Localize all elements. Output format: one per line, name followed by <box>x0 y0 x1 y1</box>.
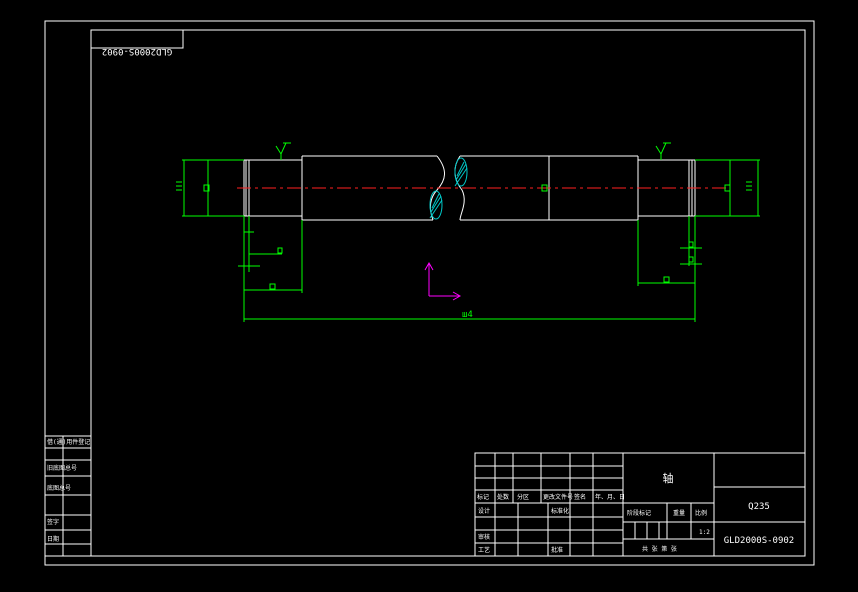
tb-sheet-note: 共 张 第 张 <box>642 545 677 553</box>
drawing-frame <box>90 29 806 557</box>
tb-scale-label: 比例 <box>695 509 707 517</box>
side-label-date: 日期 <box>47 535 59 543</box>
tb-drawing-number: GLD2000S-0902 <box>724 536 794 546</box>
tb-weight-label: 重量 <box>673 509 685 517</box>
tb-header-count: 处数 <box>497 493 509 501</box>
cad-drawing-canvas: GLD2000S-0902 借(通)用件登记 旧底图总号 底图总号 签字 日期 <box>44 20 815 566</box>
dimension-lines <box>176 142 760 322</box>
tb-row-process: 工艺 <box>478 546 490 554</box>
tb-row-review: 审核 <box>478 533 490 541</box>
ucs-icon <box>424 261 462 301</box>
tb-scale-value: 1:2 <box>699 529 710 536</box>
tb-header-change: 更改文件号 <box>543 493 573 501</box>
tb-std-label: 标准化 <box>551 507 569 515</box>
tb-header-mark: 标记 <box>477 493 489 501</box>
tb-material: Q235 <box>748 502 770 512</box>
tb-row-design: 设计 <box>478 507 490 515</box>
side-label-old-base: 旧底图总号 <box>47 464 77 472</box>
tb-header-zone: 分区 <box>517 493 529 501</box>
tb-stage-label: 阶段标记 <box>627 509 651 517</box>
mirrored-code-box: GLD2000S-0902 <box>90 29 184 56</box>
side-label-common: 借(通)用件登记 <box>47 438 90 446</box>
tb-approve-label: 批准 <box>551 546 563 554</box>
tb-header-sign: 签名 <box>574 493 586 501</box>
tb-header-date: 年、月、日 <box>595 493 625 501</box>
side-label-sign: 签字 <box>47 518 59 526</box>
overall-length-dim-text: ш4 <box>462 310 473 320</box>
mirrored-code-text: GLD2000S-0902 <box>102 46 172 56</box>
tb-part-name: 轴 <box>663 471 674 485</box>
side-label-base: 底图总号 <box>47 484 71 492</box>
